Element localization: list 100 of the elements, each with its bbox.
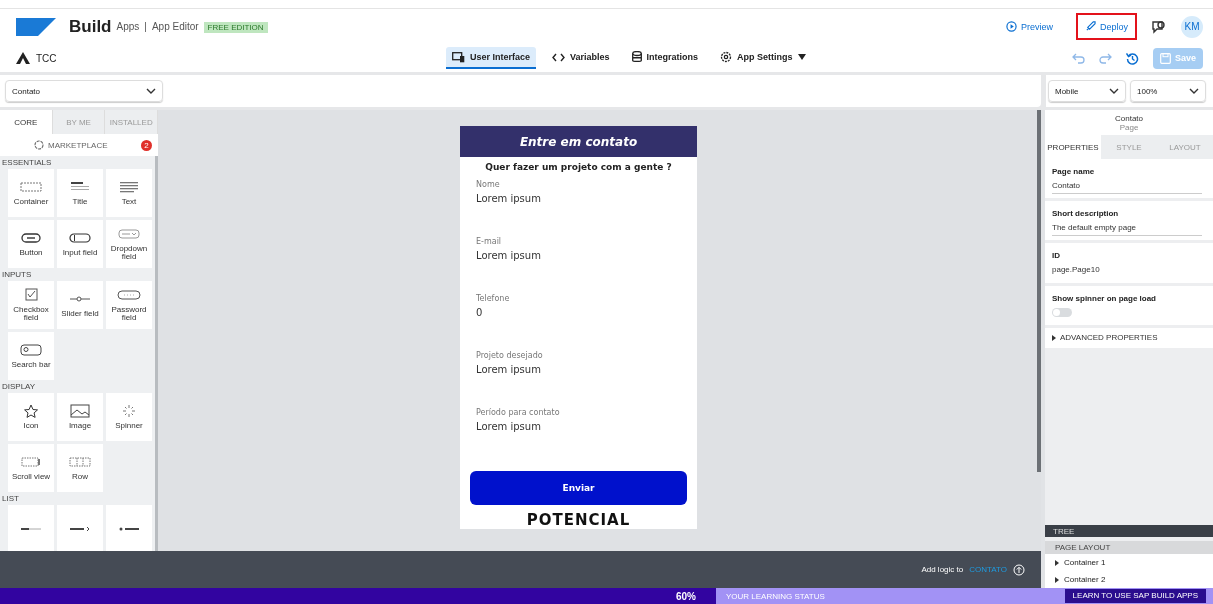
history-icon[interactable] [1125,51,1139,65]
palette-tab[interactable]: CORE [0,110,53,134]
component-tile[interactable]: Button [8,220,54,268]
tree-item[interactable]: Container 1 [1045,554,1213,571]
component-tile[interactable]: Password field [106,281,152,329]
app-header: Entre em contato [460,126,697,157]
section-heading: LIST [2,493,20,505]
component-icon [68,403,92,418]
notification-badge: 2 [141,139,152,151]
input-field[interactable]: Lorem ipsum [476,193,541,204]
toolbar-tab[interactable]: App Settings [714,47,812,69]
component-icon [117,526,141,532]
component-icon [19,179,43,194]
tree-header: TREE [1045,525,1213,537]
database-icon [631,51,642,63]
undo-icon[interactable] [1071,52,1085,64]
toolbar-tab[interactable]: Integrations [625,47,705,69]
separator: | [144,21,147,32]
app-subtitle: Quer fazer um projeto com a gente ? [484,161,673,174]
tree-section: PAGE LAYOUT [1045,541,1213,554]
component-icon [68,454,92,469]
input-field[interactable]: 0 [476,307,483,318]
code-icon [552,52,566,62]
toolbar-tab[interactable]: User Interface [446,47,537,69]
field-label: E-mail [476,237,502,246]
preview-button[interactable]: Preview [996,13,1062,40]
component-tile[interactable] [8,505,54,551]
learning-status-label: YOUR LEARNING STATUS [726,591,825,601]
zoom-dropdown[interactable]: 100% [1130,80,1206,102]
component-tile[interactable]: Checkbox field [8,281,54,329]
tree-item[interactable]: Container 2 [1045,571,1213,588]
properties-tab[interactable]: PROPERTIES [1045,135,1101,159]
component-icon [19,230,43,245]
redo-icon[interactable] [1098,52,1112,64]
component-tile[interactable]: Input field [57,220,103,268]
component-icon [19,454,43,469]
deploy-button[interactable]: Deploy [1076,13,1137,40]
marketplace-link[interactable]: MARKETPLACE [34,140,108,150]
component-icon [19,526,43,532]
learn-button[interactable]: LEARN TO USE SAP BUILD APPS [1064,589,1206,603]
page-dropdown[interactable]: Contato [5,80,163,102]
project-name: TCC [36,52,57,64]
component-icon [68,230,92,245]
selection-type: Page [1119,123,1139,132]
feedback-icon[interactable] [1151,19,1167,34]
component-tile[interactable]: Container [8,169,54,217]
marketplace-icon [34,140,44,150]
section-heading: DISPLAY [2,381,37,393]
toolbar-tab[interactable]: Variables [546,47,616,69]
caret-right-icon [1055,559,1059,566]
component-tile[interactable]: Slider field [57,281,103,329]
chevron-down-icon [146,88,156,94]
brand-name: Build [69,16,112,37]
input-field[interactable]: Lorem ipsum [476,421,541,432]
component-icon [68,526,92,532]
product-name: Apps [116,21,140,32]
property-label: Show spinner on page load [1052,294,1156,303]
input-field[interactable]: Lorem ipsum [476,250,541,261]
field-label: Telefone [476,294,510,303]
component-icon [117,287,141,302]
component-tile[interactable]: Image [57,393,103,441]
submit-button[interactable]: Enviar [470,471,687,505]
component-tile[interactable]: Row [57,444,103,492]
toggle-switch[interactable] [1052,308,1072,317]
component-icon [117,226,141,241]
component-tile[interactable]: Search bar [8,332,54,380]
component-tile[interactable]: Text [106,169,152,217]
editor-name: App Editor [151,21,199,32]
user-avatar[interactable]: KM [1181,15,1203,38]
brand-logo: POTENCIAL [526,511,631,529]
caret-right-icon [1052,334,1056,341]
property-label: Page name [1052,167,1095,176]
caret-icon [797,54,806,60]
caret-right-icon [1055,576,1059,583]
input-field[interactable]: Contato [1052,181,1202,194]
input-field[interactable]: The default empty page [1052,223,1202,236]
component-tile[interactable]: Icon [8,393,54,441]
field-label: Nome [476,180,500,189]
progress-percent: 60% [676,590,696,602]
component-tile[interactable]: Title [57,169,103,217]
device-dropdown[interactable]: Mobile [1048,80,1126,102]
app-logo-icon [16,52,30,64]
component-tile[interactable] [57,505,103,551]
component-tile[interactable]: Spinner [106,393,152,441]
component-icon [19,342,43,357]
save-icon [1159,52,1171,64]
scrollbar[interactable] [1037,110,1041,472]
component-tile[interactable]: Dropdown field [106,220,152,268]
edition-badge: FREE EDITION [203,21,268,33]
component-tile[interactable]: Scroll view [8,444,54,492]
field-label: Projeto desejado [476,351,543,360]
component-tile[interactable] [106,505,152,551]
logic-label: Add logic to [921,565,964,574]
component-icon [117,179,141,194]
chevron-down-icon [1189,88,1199,94]
property-label: ID [1052,251,1060,260]
play-icon [1005,21,1017,32]
field-label: Período para contato [476,408,560,417]
input-field[interactable]: Lorem ipsum [476,364,541,375]
arrow-up-icon[interactable] [1013,563,1025,576]
